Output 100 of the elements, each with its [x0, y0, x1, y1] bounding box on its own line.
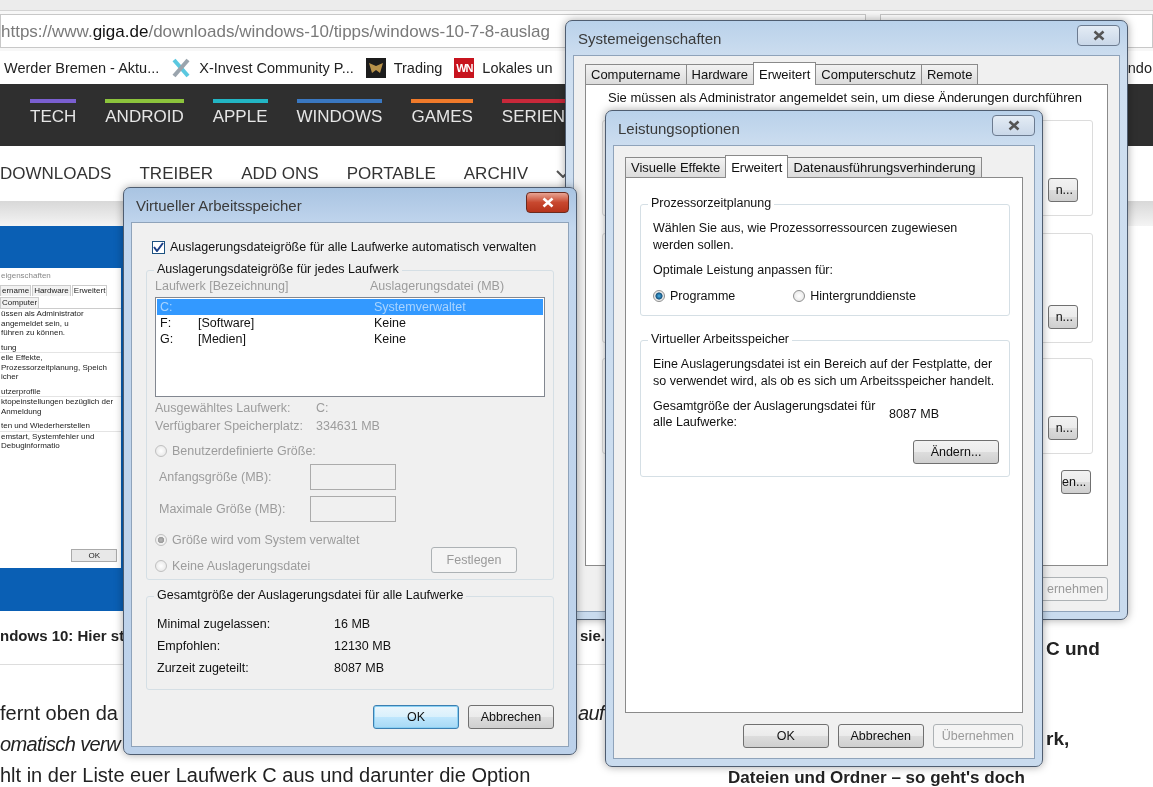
bookmark[interactable]: Trading [365, 57, 443, 78]
nav-link[interactable]: PORTABLE [346, 163, 436, 184]
radio-label: Benutzerdefinierte Größe: [172, 444, 316, 458]
ok-button[interactable]: OK [71, 549, 117, 562]
nav-link[interactable]: ARCHIV [463, 163, 528, 184]
close-button[interactable] [992, 114, 1035, 136]
total-value: 8087 MB [334, 660, 386, 677]
logo-badge: WN [454, 57, 475, 78]
radio-button[interactable] [793, 290, 806, 302]
caption-text: sie. [580, 627, 606, 644]
tab[interactable]: Hardware [32, 285, 71, 296]
dialog-button[interactable]: Abbrechen [837, 724, 924, 748]
tab[interactable]: Datenausführungsverhinderung [787, 157, 982, 177]
paragraph-text: omatisch verw [0, 732, 120, 757]
radio-label: Keine Auslagerungsdatei [172, 558, 311, 573]
group-title: Gesamtgröße der Auslagerungsdatei für alle Laufwerke [154, 588, 467, 602]
total-label: Empfohlen: [157, 638, 222, 655]
text-line: icher [0, 372, 20, 382]
total-label: Minimal zugelassen: [157, 616, 272, 633]
group-title: ten und Wiederherstellen [0, 421, 121, 432]
tab[interactable]: Computername [585, 64, 687, 84]
column-header: Laufwerk [Bezeichnung] [155, 279, 290, 293]
field-label: Anfangsgröße (MB): [159, 470, 273, 484]
dialog-button[interactable]: Abbrechen [468, 705, 554, 729]
tab[interactable]: Computerschutz [815, 64, 922, 84]
nav-link[interactable]: GAMES [411, 103, 473, 127]
paragraph-text: auf [578, 701, 604, 726]
group-title: Prozessorzeitplanung [648, 196, 775, 210]
bookmark[interactable]: X-Invest Community P... [171, 57, 354, 78]
info-value: 334631 MB [316, 419, 381, 433]
radio-label: Hintergrunddienste [810, 289, 916, 303]
bookmark[interactable]: ndo [1127, 59, 1152, 76]
close-icon [1007, 119, 1020, 131]
tab[interactable]: Visuelle Effekte [625, 157, 727, 177]
emblem-icon [365, 57, 386, 78]
close-button[interactable] [526, 191, 569, 213]
group-title: Virtueller Arbeitsspeicher [648, 332, 793, 346]
close-icon [1092, 29, 1105, 41]
headline-text: rk, [1046, 728, 1070, 750]
total-value: 12130 MB [334, 638, 392, 655]
headline-text: C und [1046, 638, 1100, 660]
close-button[interactable] [1077, 24, 1120, 46]
tab[interactable]: Remote [920, 64, 979, 84]
close-icon [541, 196, 554, 208]
tab[interactable]: Erweitert [752, 62, 817, 85]
paragraph-text: fernt oben da [0, 701, 118, 726]
window-title: Leistungsoptionen [618, 119, 740, 137]
field-label: Maximale Größe (MB): [159, 502, 287, 516]
checkmark-icon [153, 242, 164, 252]
nav-link[interactable]: WINDOWS [296, 103, 383, 127]
tab[interactable]: Erweitert [71, 285, 108, 296]
nav-link[interactable]: TREIBER [139, 163, 214, 184]
window-title: eigenschaften [0, 270, 52, 280]
text-line: ktopeinstellungen bezüglich der Anmeldung [0, 397, 115, 416]
total-label: Gesamtgröße der Auslagerungsdatei für alle Laufwerke: [653, 398, 877, 430]
description-text: Wählen Sie aus, wie Prozessorressourcen zugewiesen werden sollen. [653, 220, 959, 254]
tab[interactable]: ername [0, 285, 32, 296]
dialog-button[interactable]: OK [373, 705, 459, 729]
nav-link[interactable]: SERIEN [501, 103, 566, 127]
window-title: Systemeigenschaften [578, 29, 722, 47]
info-value: C: [316, 401, 330, 415]
column-header: Auslagerungsdatei (MB) [370, 279, 506, 293]
notice-text: Sie müssen als Administrator angemeldet sein, um diese Änderungen durchführen [608, 90, 1084, 105]
window-title: Virtueller Arbeitsspeicher [136, 196, 302, 214]
text-line: emstart, Systemfehler und Debuginformatio [0, 431, 96, 451]
total-label: Zurzeit zugeteilt: [157, 660, 250, 677]
radio-label: Programme [670, 289, 736, 303]
settings-button[interactable]: en... [1061, 470, 1091, 494]
bookmark[interactable]: WN Lokales un [454, 57, 553, 78]
caption-text: ndows 10: Hier st [0, 627, 125, 644]
tab[interactable]: Hardware [685, 64, 754, 84]
settings-button[interactable]: n... [1048, 178, 1078, 202]
nav-link[interactable]: TECH [30, 103, 77, 127]
prompt-text: Optimale Leistung anpassen für: [653, 262, 834, 279]
nav-link[interactable]: ANDROID [105, 103, 184, 127]
change-button[interactable]: Ändern... [913, 440, 999, 464]
settings-button[interactable]: n... [1048, 305, 1078, 329]
paragraph-text: hlt in der Liste euer Laufwerk C aus und darunter die Option [0, 763, 531, 787]
checkbox[interactable] [152, 240, 165, 254]
x-logo-icon [171, 57, 192, 78]
nav-link[interactable]: DOWNLOADS [0, 163, 112, 184]
headline-text: Dateien und Ordner – so geht's doch [728, 768, 1025, 787]
nav-link[interactable]: ADD ONS [241, 163, 319, 184]
group-title: utzerprofile [0, 386, 121, 397]
description-text: Eine Auslagerungsdatei ist ein Bereich auf der Festplatte, der so verwendet wird, als ob es sich um Arbeitsspeicher handelt. [653, 356, 996, 390]
total-value: 16 MB [334, 616, 372, 633]
group-title: Auslagerungsdateigröße für jedes Laufwerk [154, 262, 402, 276]
tab[interactable]: Erweitert [725, 155, 789, 178]
radio-label: Größe wird vom System verwaltet [172, 533, 360, 547]
info-label: Verfügbarer Speicherplatz: [155, 419, 304, 433]
checkbox-label: Auslagerungsdateigröße für alle Laufwerke automatisch verwalten [170, 240, 537, 254]
dialog-button[interactable]: OK [742, 724, 829, 748]
radio-button[interactable] [653, 290, 665, 302]
settings-button[interactable]: n... [1048, 416, 1078, 440]
group-title: tung [0, 342, 121, 353]
tab[interactable]: Computer [0, 297, 40, 308]
nav-link[interactable]: APPLE [212, 103, 268, 127]
total-value: 8087 MB [889, 407, 940, 421]
bookmark[interactable]: Werder Bremen - Aktu... [4, 59, 160, 76]
text-line: führen zu können. [0, 328, 67, 338]
